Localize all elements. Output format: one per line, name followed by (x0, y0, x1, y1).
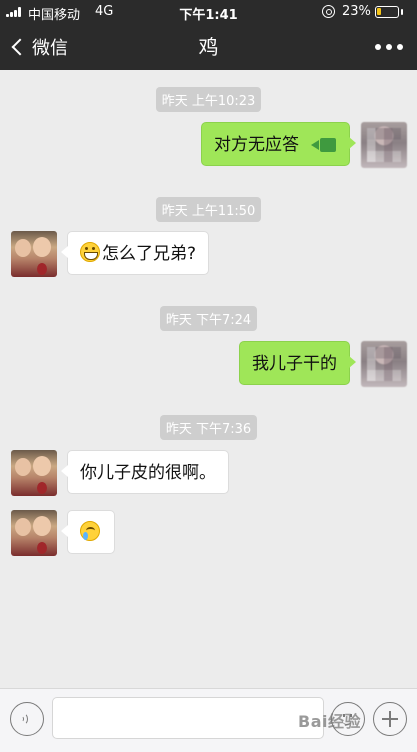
status-bar: 中国移动 4G 下午1:41 23% (0, 0, 417, 24)
more-dot-icon (386, 44, 392, 50)
battery-icon (375, 6, 399, 18)
contact-avatar[interactable] (11, 450, 57, 496)
timestamp: 昨天 下午7:24 (0, 306, 417, 331)
timestamp-text: 昨天 上午10:23 (155, 87, 262, 112)
timestamp: 昨天 下午7:36 (0, 415, 417, 440)
nav-bar: 鸡 微信 (0, 24, 417, 70)
timestamp-text: 昨天 上午11:50 (155, 197, 262, 222)
input-bar: Bai经验 (0, 688, 417, 752)
voice-button[interactable] (10, 702, 44, 736)
more-dot-icon (397, 44, 403, 50)
battery-fill (377, 8, 381, 15)
voice-icon (19, 712, 33, 726)
more-dot-icon (375, 44, 381, 50)
message-bubble-theirs[interactable]: 你儿子皮的很啊。 (61, 450, 229, 494)
more-button[interactable] (375, 24, 403, 70)
message-bubble-mine[interactable]: 我儿子干的 (239, 341, 356, 385)
contact-avatar[interactable] (11, 510, 57, 556)
message-bubble-theirs[interactable] (61, 510, 115, 554)
crying-laugh-emoji-icon (80, 521, 100, 541)
message-text: 对方无应答 (214, 135, 299, 155)
contact-avatar[interactable] (11, 231, 57, 277)
timestamp-text: 昨天 下午7:36 (159, 415, 258, 440)
timestamp-text: 昨天 下午7:24 (159, 306, 258, 331)
my-avatar[interactable] (361, 122, 407, 168)
more-options-button[interactable] (373, 702, 407, 736)
my-avatar[interactable] (361, 341, 407, 387)
message-text: 怎么了兄弟? (102, 244, 197, 264)
message-text: 我儿子干的 (252, 354, 337, 374)
chat-area[interactable]: 昨天 上午10:23 对方无应答 昨天 上午11:50 怎么了兄弟? 昨天 下午… (0, 70, 417, 688)
back-button[interactable]: 微信 (8, 24, 68, 70)
chevron-left-icon (11, 38, 29, 56)
back-label: 微信 (32, 38, 68, 59)
battery-cap (401, 9, 403, 15)
rotation-lock-icon (322, 5, 335, 18)
battery-percent: 23% (342, 4, 371, 19)
timestamp: 昨天 上午11:50 (0, 197, 417, 222)
message-bubble-theirs[interactable]: 怎么了兄弟? (60, 231, 210, 275)
video-call-icon (311, 138, 337, 152)
grin-emoji-icon (80, 242, 100, 262)
message-bubble-mine[interactable]: 对方无应答 (201, 122, 356, 166)
timestamp: 昨天 上午10:23 (0, 87, 417, 112)
watermark: Bai经验 (298, 712, 361, 731)
message-text: 你儿子皮的很啊。 (80, 463, 216, 483)
plus-icon (381, 710, 399, 728)
message-input[interactable] (52, 697, 324, 739)
